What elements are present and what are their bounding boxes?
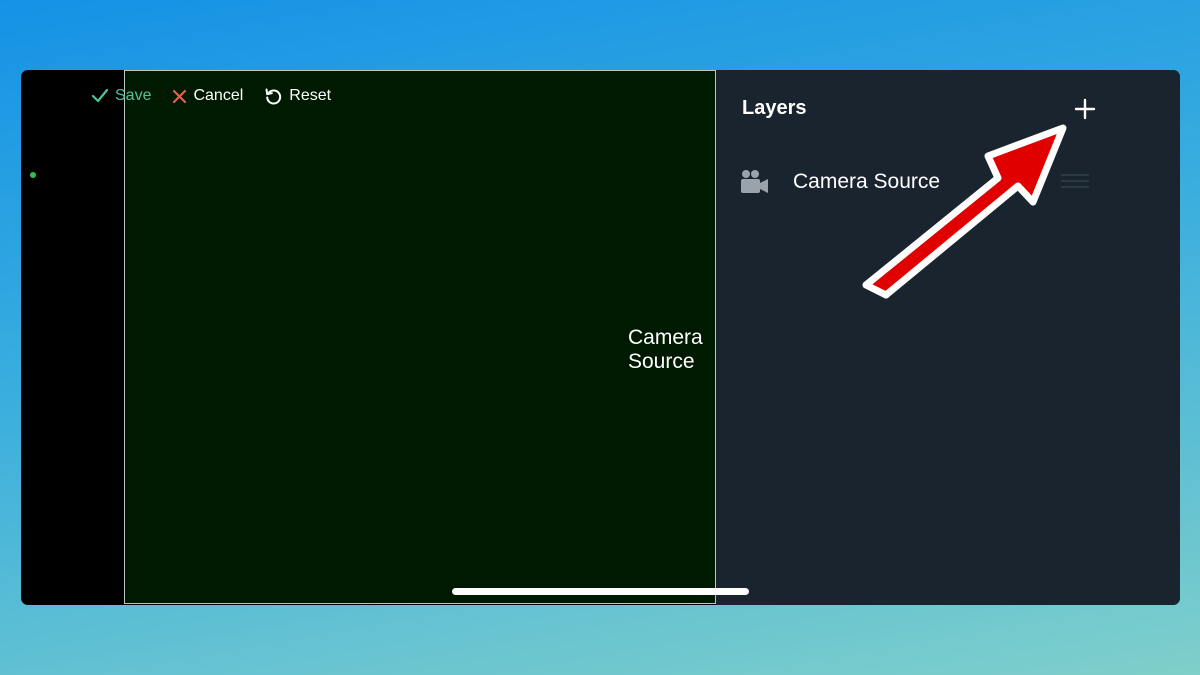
cancel-button[interactable]: Cancel (172, 87, 243, 105)
plus-icon (1074, 98, 1096, 120)
save-label: Save (115, 87, 152, 104)
checkmark-icon (91, 88, 109, 103)
cancel-label: Cancel (193, 87, 244, 104)
reset-icon (265, 88, 282, 104)
layers-title: Layers (742, 97, 807, 119)
preview-canvas[interactable]: Camera Source (124, 70, 716, 604)
video-camera-icon (741, 170, 768, 193)
annotation-arrow-icon (862, 124, 1067, 299)
preview-source-label[interactable]: Camera Source (628, 326, 715, 374)
reset-button[interactable]: Reset (264, 87, 331, 106)
home-indicator[interactable] (452, 588, 749, 595)
reset-label: Reset (289, 87, 332, 104)
close-icon (173, 89, 187, 103)
save-button[interactable]: Save (91, 87, 151, 105)
status-dot (30, 172, 36, 178)
toolbar: Save Cancel Reset (91, 85, 352, 107)
add-layer-button[interactable] (1072, 96, 1098, 122)
